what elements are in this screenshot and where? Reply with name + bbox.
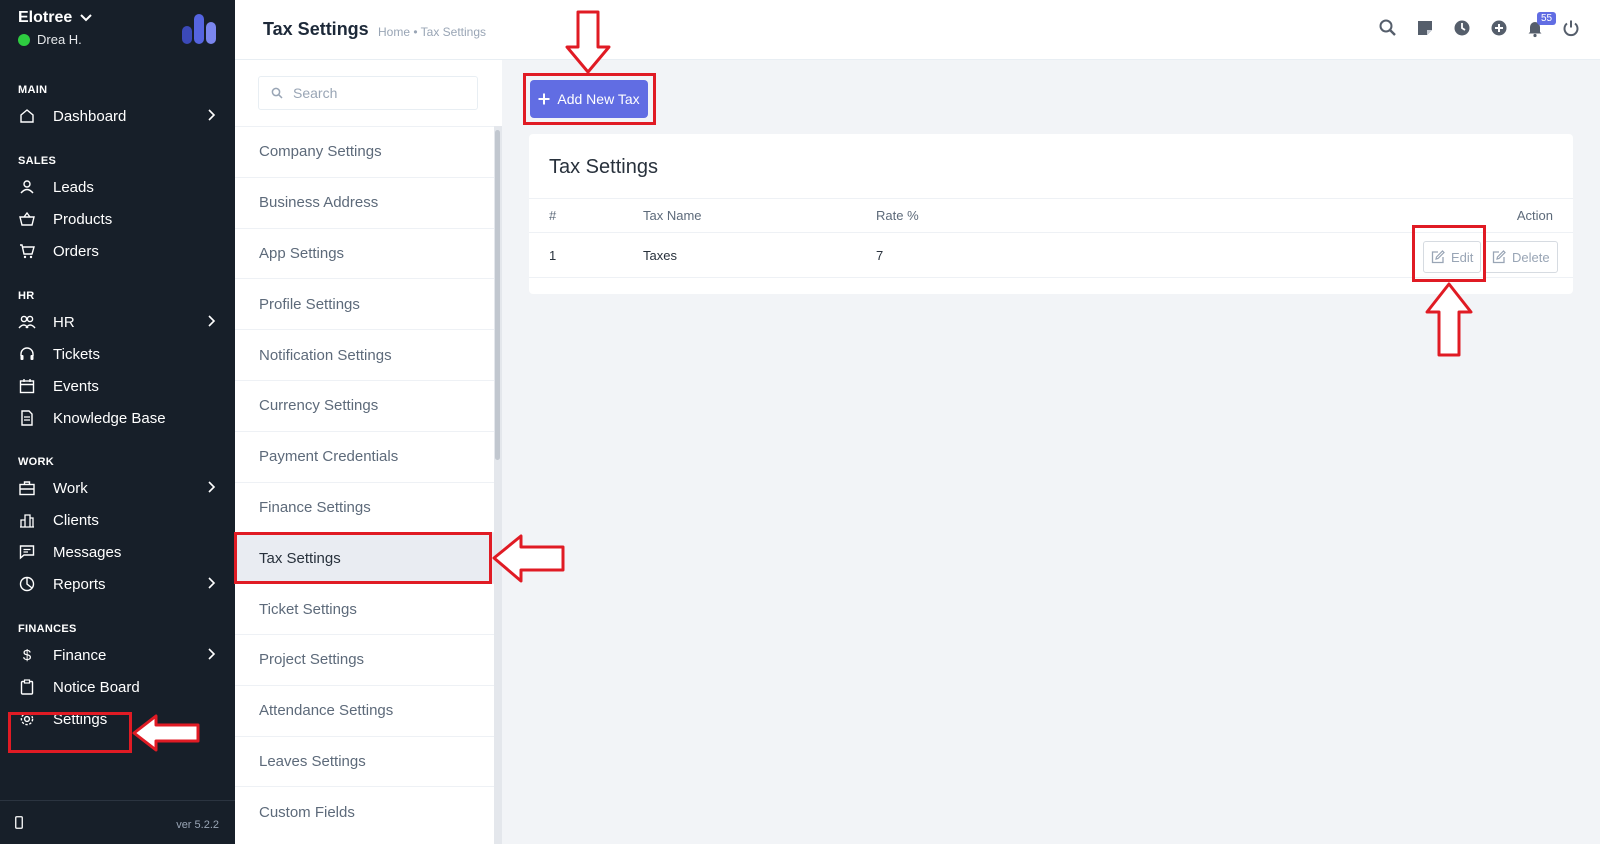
arrow-up-icon: [1425, 282, 1473, 357]
arrow-down-icon: [565, 10, 611, 74]
arrow-left-icon: [132, 714, 200, 752]
annotation-arrows: [132, 10, 1473, 752]
arrow-left-icon: [492, 534, 565, 583]
